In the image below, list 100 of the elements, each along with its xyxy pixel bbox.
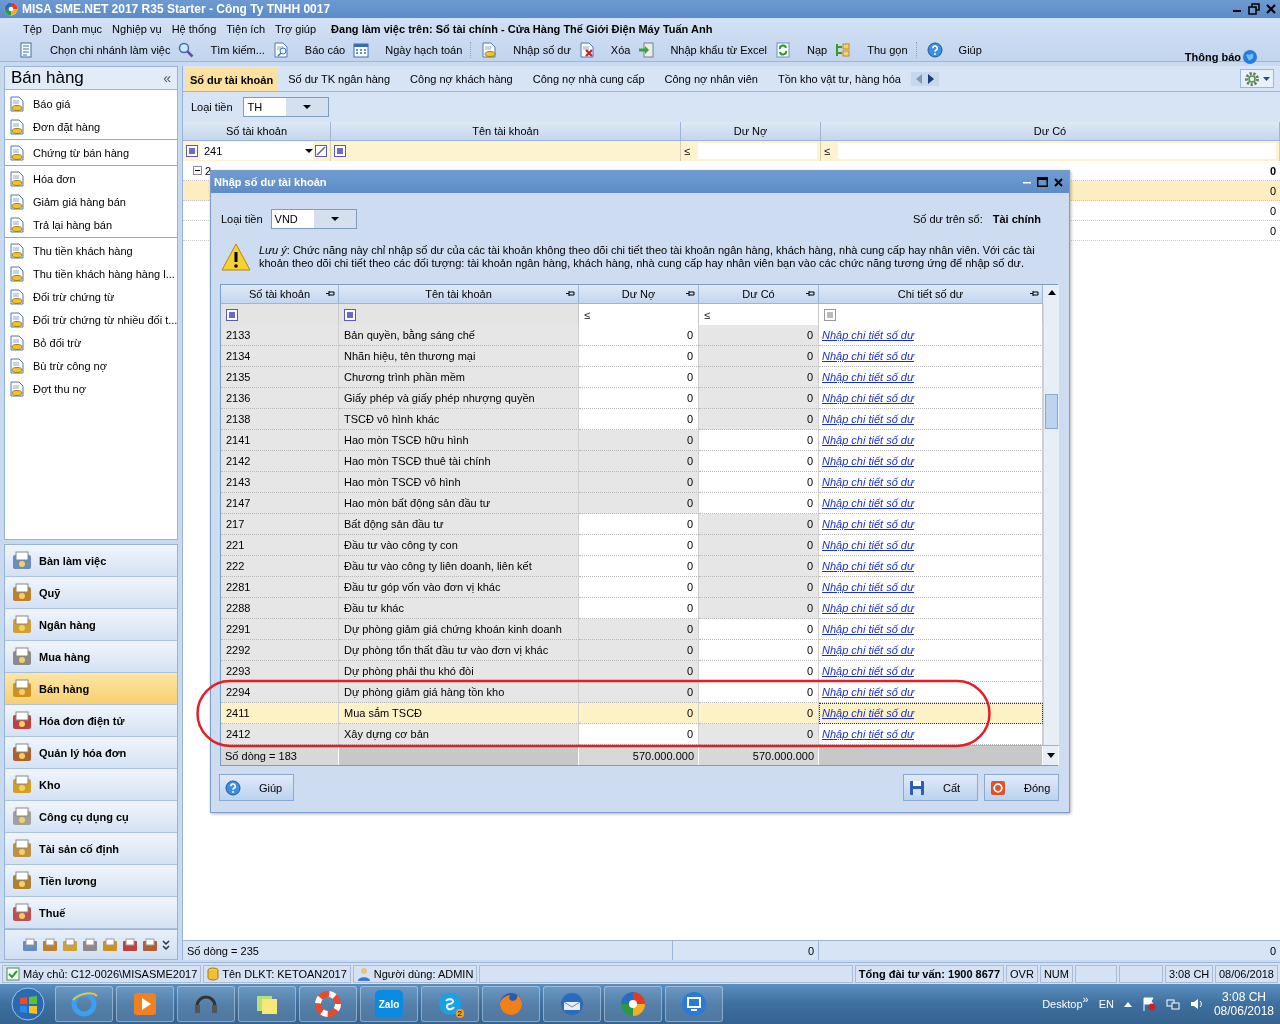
sidebar-item[interactable]: Bù trừ công nợ [5, 354, 177, 377]
sidebar-item[interactable]: Hóa đơn [5, 167, 177, 190]
filter-operator[interactable]: ≤ [824, 145, 831, 157]
taskbar-app[interactable] [482, 986, 540, 1022]
toolbar-button[interactable]: Nhập số dư [477, 42, 575, 58]
filter-field[interactable] [838, 143, 1276, 159]
sidebar-item[interactable]: Thu tiền khách hàng hàng l... [5, 262, 177, 285]
account-filter-field[interactable]: 241 [200, 142, 313, 160]
column-header[interactable]: Dư Nợ [681, 122, 821, 141]
table-cell: 0 [686, 497, 693, 509]
taskbar-app[interactable] [604, 986, 662, 1022]
table-cell: 0 [806, 728, 813, 740]
save-icon [909, 779, 925, 796]
toolbar-button[interactable]: Tìm kiếm... [174, 42, 269, 58]
toolbar-button[interactable]: Xóa [574, 42, 635, 58]
sidebar-item[interactable]: Đơn đặt hàng [5, 115, 177, 138]
currency-dropdown[interactable]: TH [242, 97, 329, 117]
taskbar-app[interactable] [116, 986, 174, 1022]
caret-icon [305, 149, 313, 153]
column-header[interactable]: Chi tiết số dư [819, 285, 1043, 304]
taskbar-app[interactable]: 2 [421, 986, 479, 1022]
taskbar-app[interactable]: Zalo [360, 986, 418, 1022]
delete-icon [578, 42, 595, 58]
sidebar-item[interactable]: Giảm giá hàng bán [5, 190, 177, 213]
module-button[interactable]: Kho [5, 769, 177, 801]
tab[interactable]: Số dư TK ngân hàng [278, 66, 401, 91]
module-button[interactable]: Thuế [5, 897, 177, 929]
tab[interactable]: Công nợ nhân viên [654, 66, 768, 91]
sidebar-item[interactable]: Trả lại hàng bán [5, 213, 177, 236]
module-button[interactable]: Quản lý hóa đơn [5, 737, 177, 769]
column-header[interactable]: Số tài khoản [221, 285, 339, 304]
filter-operator[interactable]: ≤ [584, 308, 591, 321]
module-button[interactable]: Tiền lương [5, 865, 177, 897]
module-button[interactable]: Công cụ dụng cụ [5, 801, 177, 833]
toolbar-expand[interactable]: » [1082, 993, 1089, 1005]
collapse-button[interactable]: « [163, 70, 171, 86]
tab[interactable]: Công nợ khách hàng [400, 66, 523, 91]
column-header[interactable]: Tên tài khoản [339, 285, 579, 304]
filter-operator[interactable]: ≤ [684, 145, 691, 157]
filter-operator[interactable]: ≤ [704, 308, 711, 321]
dialog-button[interactable]: Đóng [984, 774, 1059, 801]
module-button[interactable]: Bàn làm việc [5, 545, 177, 577]
taskbar-app[interactable] [238, 986, 296, 1022]
menu-item[interactable]: Danh mục [46, 22, 108, 35]
column-header[interactable]: Dư Có [699, 285, 819, 304]
app-logo-icon [4, 2, 18, 16]
menu-item[interactable]: Tiện ích [221, 22, 271, 35]
taskbar-app[interactable] [299, 986, 357, 1022]
column-header[interactable]: Dư Có [821, 122, 1280, 141]
module-shortcut-icon [61, 936, 79, 953]
toolbar-button[interactable]: Báo cáo [268, 42, 350, 58]
filter-operator-icon [186, 145, 198, 157]
module-button[interactable]: Quỹ [5, 577, 177, 609]
caret-icon [1263, 76, 1270, 81]
column-header[interactable]: Dư Nợ [579, 285, 699, 304]
sidebar-item[interactable]: Bỏ đối trừ [5, 331, 177, 354]
table-cell: 2147 [226, 497, 251, 509]
sidebar-item[interactable]: Đợt thu nợ [5, 377, 177, 400]
dialog-button[interactable]: Giúp [219, 774, 294, 801]
sidebar-item[interactable]: Chứng từ bán hàng [5, 141, 177, 164]
module-button[interactable]: Ngân hàng [5, 609, 177, 641]
column-header[interactable]: Số tài khoản [183, 122, 331, 141]
taskbar-clock[interactable]: 3:08 CH 08/06/2018 [1213, 990, 1274, 1018]
language-indicator[interactable]: EN [1098, 998, 1114, 1010]
sidebar-item[interactable]: Đối trừ chứng từ [5, 285, 177, 308]
sidebar-item[interactable]: Báo giá [5, 92, 177, 115]
module-button[interactable]: Bán hàng [5, 673, 177, 705]
taskbar-app[interactable] [543, 986, 601, 1022]
toolbar-button[interactable]: Thu gọn [831, 42, 912, 58]
menu-item[interactable]: Hệ thống [166, 22, 222, 35]
taskbar-app[interactable] [177, 986, 235, 1022]
table-cell: 2292 [226, 644, 251, 656]
caret-icon [330, 217, 339, 221]
module-button[interactable]: Tài sản cố định [5, 833, 177, 865]
table-cell: Dự phòng tổn thất đầu tư vào đơn vị khác [344, 644, 549, 656]
currency-dropdown[interactable]: VND [270, 209, 357, 229]
sidebar-item[interactable]: Thu tiền khách hàng [5, 239, 177, 262]
table-cell: 2412 [226, 728, 251, 740]
table-cell: Chương trình phần mềm [344, 371, 465, 383]
tab[interactable]: Tồn kho vật tư, hàng hóa [768, 66, 911, 91]
filter-field[interactable] [698, 143, 817, 159]
desktop-toolbar-label[interactable]: Desktop [1042, 998, 1083, 1010]
menu-item[interactable]: Nghiệp vụ [107, 22, 167, 35]
sidebar-item[interactable]: Đối trừ chứng từ nhiều đối t... [5, 308, 177, 331]
tab[interactable]: Số dư tài khoản [185, 68, 279, 91]
dialog-button[interactable]: Cất [903, 774, 978, 801]
toolbar-button[interactable]: Giúp [922, 42, 986, 58]
toolbar-button[interactable]: Nạp [771, 42, 832, 58]
toolbar-button[interactable]: Nhập khẩu từ Excel [634, 42, 772, 58]
taskbar-app[interactable] [665, 986, 723, 1022]
tab[interactable]: Công nợ nhà cung cấp [522, 66, 655, 91]
module-button[interactable]: Hóa đơn điện tử [5, 705, 177, 737]
settings-button[interactable] [1240, 69, 1274, 88]
toolbar-button[interactable]: Ngày hạch toán [349, 42, 467, 58]
menu-item[interactable]: Trợ giúp [270, 22, 322, 35]
menu-item[interactable]: Tệp [18, 22, 47, 35]
toolbar-button[interactable]: Chọn chi nhánh làm việc [14, 42, 175, 58]
module-button[interactable]: Mua hàng [5, 641, 177, 673]
column-header[interactable]: Tên tài khoản [331, 122, 681, 141]
scrollbar-thumb[interactable] [1045, 394, 1058, 429]
